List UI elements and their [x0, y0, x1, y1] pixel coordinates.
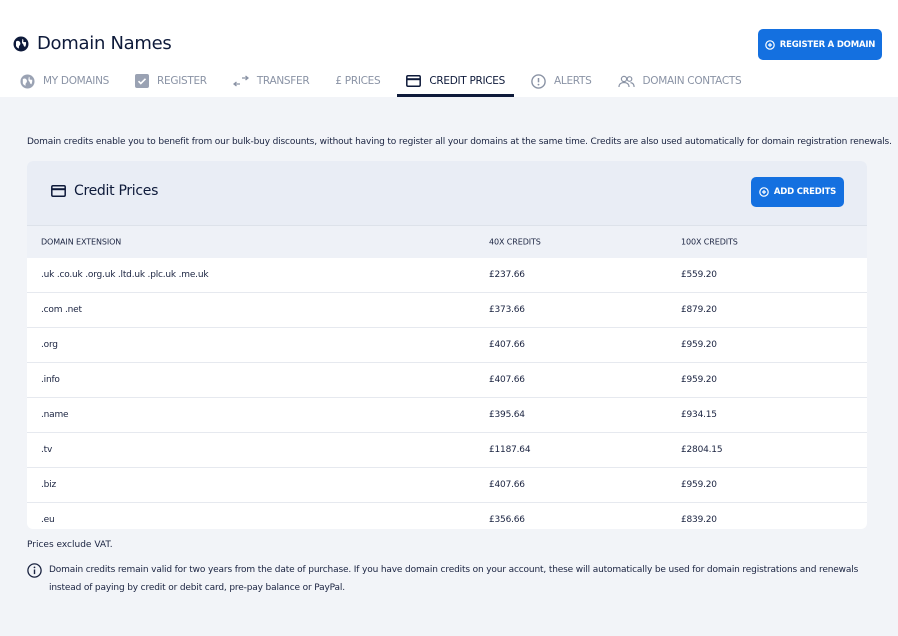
checkbox-icon [135, 74, 150, 88]
globe-icon [13, 36, 29, 52]
add-credits-button[interactable]: ADD CREDITS [751, 177, 844, 207]
cell-40x: £395.64 [489, 410, 525, 420]
table-row: .info £407.66 £959.20 [27, 362, 867, 397]
tab-label: ALERTS [554, 75, 592, 87]
tab-credit-prices[interactable]: CREDIT PRICES [397, 68, 515, 97]
cell-100x: £559.20 [681, 270, 717, 280]
cell-100x: £959.20 [681, 375, 717, 385]
tab-register[interactable]: REGISTER [135, 68, 207, 94]
column-header: 100X CREDITS [681, 237, 738, 247]
cell-40x: £407.66 [489, 340, 525, 350]
card-title-text: Credit Prices [74, 183, 159, 199]
cell-100x: £839.20 [681, 515, 717, 525]
globe-icon [20, 73, 35, 89]
plus-circle-icon [764, 39, 775, 50]
cell-extension: .eu [41, 515, 55, 525]
tab-label: MY DOMAINS [43, 75, 110, 87]
table-header: DOMAIN EXTENSION 40X CREDITS 100X CREDIT… [27, 226, 867, 258]
table-body: .uk .co.uk .org.uk .ltd.uk .plc.uk .me.u… [27, 258, 867, 529]
transfer-arrows-icon [232, 75, 249, 87]
cell-extension: .org [41, 340, 58, 350]
tab-label: £ PRICES [335, 75, 381, 87]
cell-40x: £356.66 [489, 515, 525, 525]
tab-my-domains[interactable]: MY DOMAINS [20, 68, 109, 94]
cell-extension: .tv [41, 445, 53, 455]
table-row: .biz £407.66 £959.20 [27, 467, 867, 502]
add-credits-label: ADD CREDITS [773, 187, 837, 197]
top-bar: Domain Names REGISTER A DOMAIN MY DOMAIN… [0, 0, 898, 97]
tab-bar: MY DOMAINS REGISTER TRANSFER £ PRICES CR… [20, 68, 767, 97]
info-icon [27, 563, 42, 578]
cell-40x: £237.66 [489, 270, 525, 280]
plus-circle-icon [759, 187, 769, 197]
info-note: Domain credits remain valid for two year… [27, 561, 877, 597]
intro-text: Domain credits enable you to benefit fro… [27, 137, 892, 147]
cell-extension: .com .net [41, 305, 82, 315]
table-row: .org £407.66 £959.20 [27, 327, 867, 362]
credit-prices-card: Credit Prices ADD CREDITS DOMAIN EXTENSI… [27, 161, 867, 529]
tab-label: REGISTER [157, 75, 207, 87]
card-title: Credit Prices [51, 183, 158, 199]
tab-label: CREDIT PRICES [429, 75, 506, 87]
card-header: Credit Prices ADD CREDITS [27, 161, 867, 226]
tab-label: DOMAIN CONTACTS [642, 75, 742, 87]
register-domain-label: REGISTER A DOMAIN [779, 39, 876, 50]
cell-100x: £2804.15 [681, 445, 723, 455]
title-row: Domain Names [13, 33, 172, 54]
register-domain-button[interactable]: REGISTER A DOMAIN [758, 29, 882, 60]
table-row: .com .net £373.66 £879.20 [27, 292, 867, 327]
credit-card-icon [406, 75, 422, 87]
table-row: .uk .co.uk .org.uk .ltd.uk .plc.uk .me.u… [27, 258, 867, 292]
tab-label: TRANSFER [256, 75, 310, 87]
cell-40x: £373.66 [489, 305, 525, 315]
cell-40x: £1187.64 [489, 445, 531, 455]
tab-prices[interactable]: £ PRICES [335, 68, 380, 94]
cell-extension: .name [41, 410, 69, 420]
page-title: Domain Names [37, 33, 172, 54]
column-header: 40X CREDITS [489, 237, 541, 247]
cell-40x: £407.66 [489, 375, 525, 385]
table-row: .tv £1187.64 £2804.15 [27, 432, 867, 467]
vat-note: Prices exclude VAT. [27, 540, 113, 550]
cell-100x: £959.20 [681, 480, 717, 490]
info-note-text: Domain credits remain valid for two year… [49, 565, 859, 593]
cell-100x: £879.20 [681, 305, 717, 315]
credit-card-icon [51, 185, 66, 197]
cell-100x: £959.20 [681, 340, 717, 350]
cell-extension: .uk .co.uk .org.uk .ltd.uk .plc.uk .me.u… [41, 270, 209, 280]
column-header: DOMAIN EXTENSION [41, 237, 122, 247]
cell-40x: £407.66 [489, 480, 525, 490]
tab-transfer[interactable]: TRANSFER [232, 68, 310, 94]
alert-circle-icon [531, 73, 546, 89]
table-row: .eu £356.66 £839.20 [27, 502, 867, 529]
tab-alerts[interactable]: ALERTS [531, 68, 592, 94]
cell-extension: .biz [41, 480, 56, 490]
table-row: .name £395.64 £934.15 [27, 397, 867, 432]
contacts-icon [617, 75, 635, 87]
tab-domain-contacts[interactable]: DOMAIN CONTACTS [617, 68, 742, 94]
cell-extension: .info [41, 375, 60, 385]
cell-100x: £934.15 [681, 410, 717, 420]
